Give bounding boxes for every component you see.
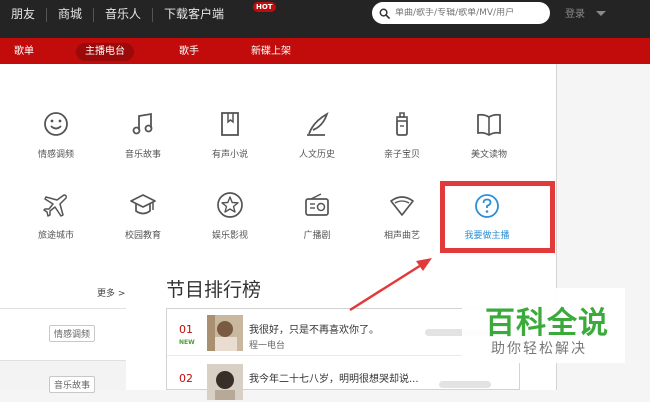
chevron-down-icon[interactable] [596,11,606,16]
category-label: 相声曲艺 [383,231,420,241]
category-label: 人文历史 [298,150,335,160]
rank-number: 01 [179,323,193,336]
baby-bottle-icon [396,112,408,136]
nav-musician[interactable]: 音乐人 [94,0,152,29]
book-icon [221,112,239,136]
category-label: 旅途城市 [37,231,74,241]
watermark-subtitle: 助你轻松解决 [491,341,587,357]
category-emotion[interactable]: 情感调频 [16,110,96,160]
category-history[interactable]: 人文历史 [277,110,357,160]
login-link[interactable]: 登录 [565,0,585,29]
category-travel[interactable]: 旅途城市 [16,191,96,241]
quill-icon [307,112,329,136]
top-nav: 朋友 商城 音乐人 下载客户端 [0,0,235,29]
program-thumbnail [207,315,243,351]
nav-friends[interactable]: 朋友 [0,0,46,29]
category-label: 美文读物 [470,150,507,160]
watermark-title: 百科全说 [485,306,609,341]
music-note-icon [132,112,153,135]
more-link[interactable]: 更多 > [97,286,125,299]
program-title[interactable]: 我很好，只是不再喜欢你了。 [249,321,379,336]
category-radio-drama[interactable]: 广播剧 [277,191,357,241]
subnav-new-albums[interactable]: 新碟上架 [242,43,300,61]
category-reading[interactable]: 美文读物 [449,110,529,160]
category-kids[interactable]: 亲子宝贝 [362,110,442,160]
new-badge: NEW [179,339,195,346]
subnav-playlist[interactable]: 歌单 [5,43,43,61]
category-label: 娱乐影视 [211,231,248,241]
popularity-bar [439,381,491,388]
subnav-artists[interactable]: 歌手 [170,43,208,61]
open-book-icon [477,113,501,137]
tag-emotion[interactable]: 情感调频 [49,325,96,342]
category-label: 亲子宝贝 [383,150,420,160]
category-education[interactable]: 校园教育 [103,191,183,241]
highlight-box [440,181,555,253]
category-label: 有声小说 [211,150,248,160]
program-artist[interactable]: 程一电台 [249,338,285,351]
nav-mall[interactable]: 商城 [47,0,93,29]
category-audio-novel[interactable]: 有声小说 [190,110,270,160]
smile-icon [44,112,68,136]
category-entertainment[interactable]: 娱乐影视 [190,191,270,241]
subnav-dj-radio[interactable]: 主播电台 [76,43,134,61]
sub-nav: 歌单 主播电台 歌手 新碟上架 [0,29,650,64]
category-crosstalk[interactable]: 相声曲艺 [362,191,442,241]
fan-icon [390,196,414,216]
program-thumbnail [207,364,243,400]
category-label: 音乐故事 [124,150,161,160]
category-label: 广播剧 [303,231,331,241]
tag-music-story[interactable]: 音乐故事 [49,376,96,393]
search-input[interactable] [395,8,545,18]
search-icon [379,8,390,19]
airplane-icon [43,194,67,217]
category-label: 校园教育 [124,231,161,241]
program-title[interactable]: 我今年二十七八岁，明明很想哭却说... [249,370,419,385]
star-icon [217,192,243,218]
rank-number: 02 [179,372,193,385]
radio-icon [305,193,329,216]
ranking-title: 节目排行榜 [166,279,262,301]
search-box[interactable] [372,2,550,24]
graduation-cap-icon [130,194,156,215]
category-music-story[interactable]: 音乐故事 [103,110,183,160]
category-label: 情感调频 [37,150,74,160]
side-divider [0,308,126,309]
hot-badge: HOT [253,2,276,12]
nav-download-client[interactable]: 下载客户端 [153,0,235,29]
